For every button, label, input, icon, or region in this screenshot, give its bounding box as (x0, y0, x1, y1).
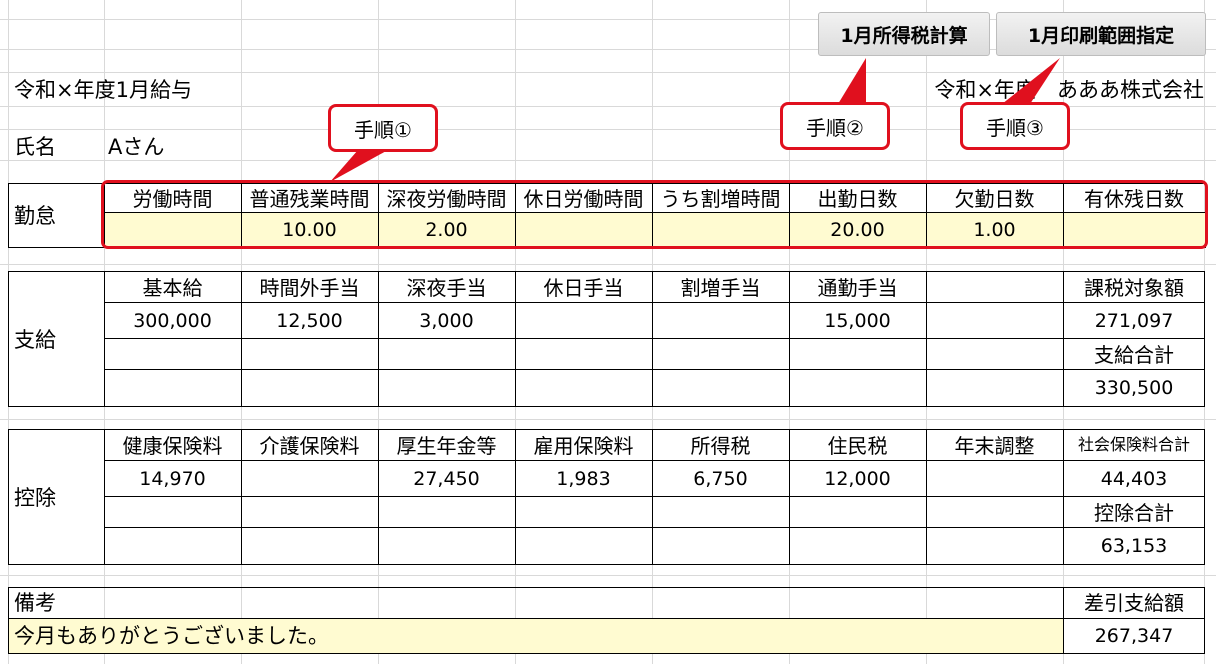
step1-callout: 手順① (328, 104, 438, 152)
attendance-input-highlight (101, 180, 1208, 249)
callout-pointers (330, 58, 1060, 182)
step1-pointer (330, 150, 388, 182)
spreadsheet: 1月所得税計算 1月印刷範囲指定 令和×年度1月給与 令和×年度 あああ株式会社… (0, 0, 1216, 664)
step2-callout: 手順② (780, 102, 890, 150)
step3-callout: 手順③ (960, 102, 1070, 150)
step3-pointer (1002, 58, 1060, 104)
step2-pointer (838, 58, 866, 104)
